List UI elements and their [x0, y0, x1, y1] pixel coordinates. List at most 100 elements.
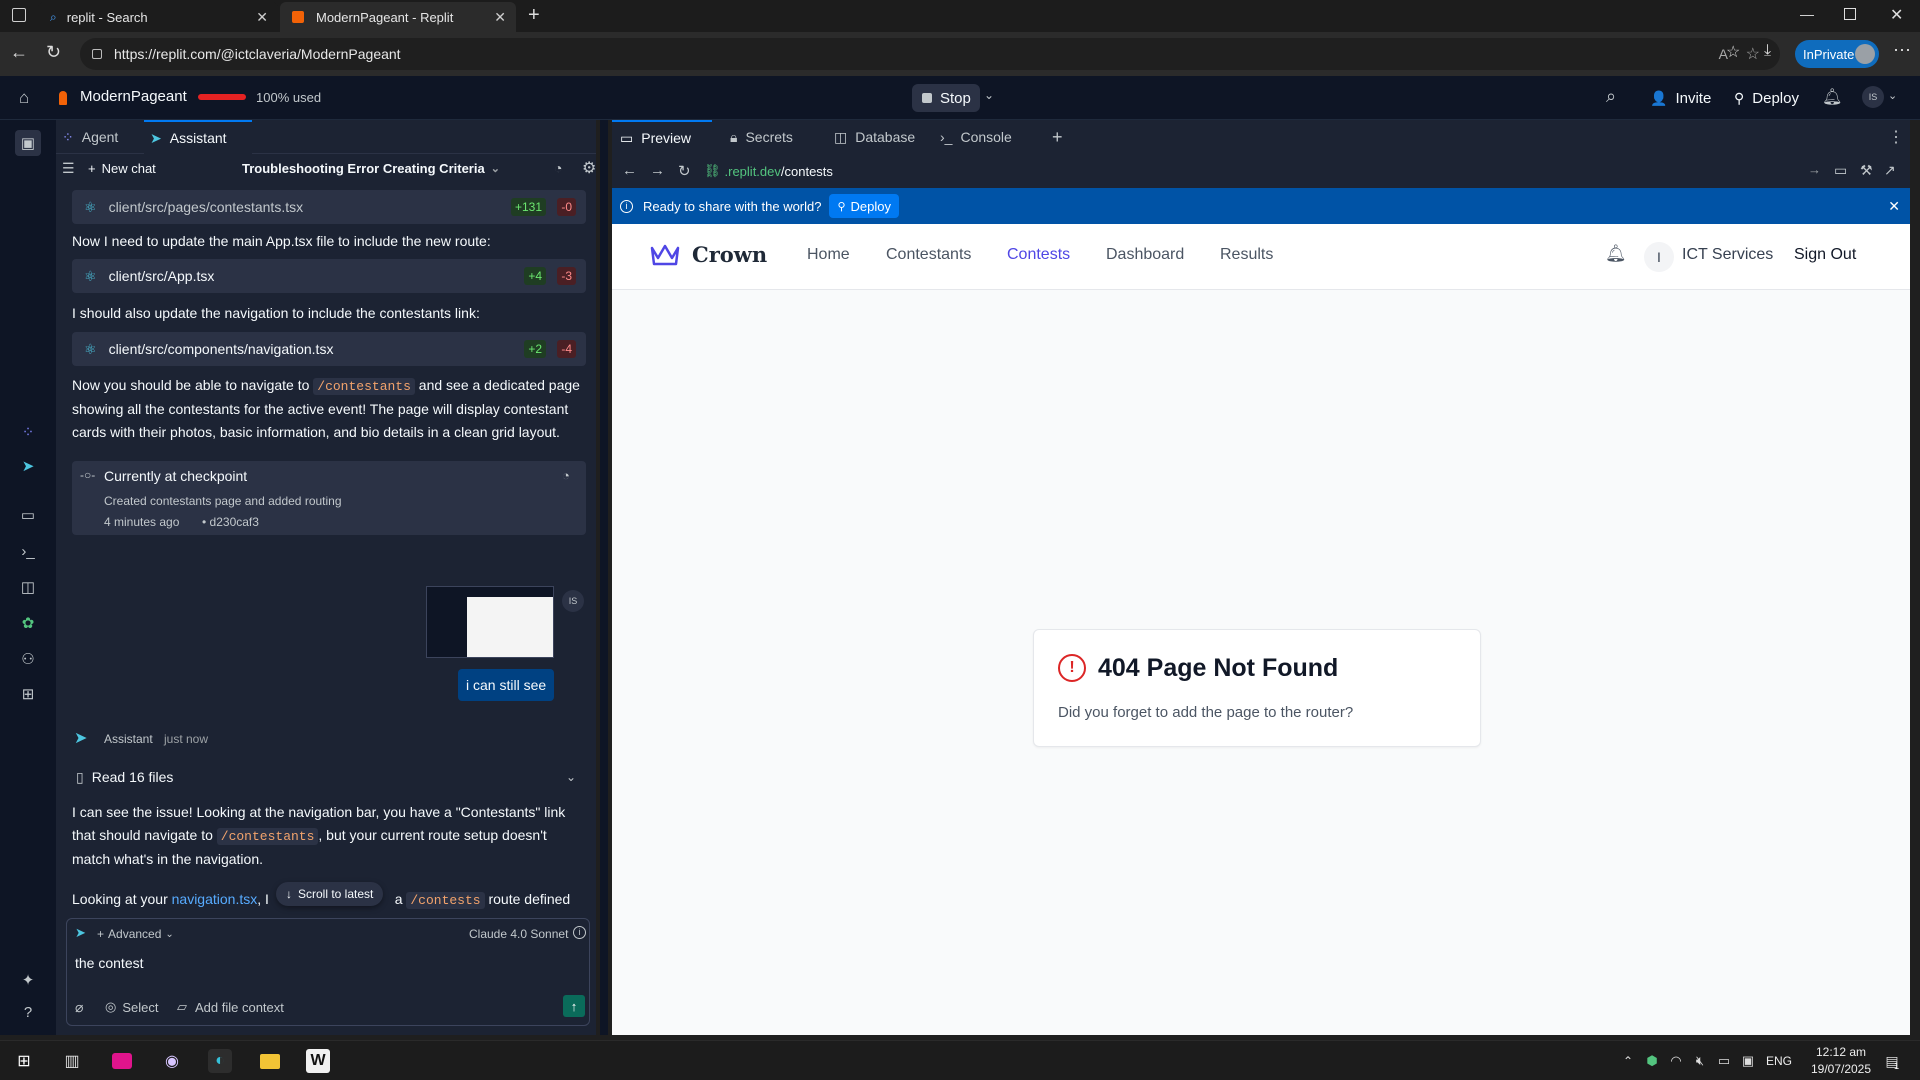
device-icon[interactable]: ▭ — [1834, 162, 1847, 179]
app-icon-pink[interactable] — [110, 1049, 134, 1073]
select-element-button[interactable]: ◎ Select — [105, 999, 158, 1015]
github-icon[interactable]: ◉ — [160, 1049, 184, 1073]
chat-input[interactable]: the contest — [75, 955, 575, 971]
shell-icon[interactable]: ›_ — [18, 541, 38, 561]
browser-tab-search[interactable]: ⌕ replit - Search ✕ — [38, 2, 278, 32]
notification-bell-icon[interactable]: 🔔︎ — [1822, 87, 1842, 107]
database-icon[interactable]: ◫ — [18, 577, 38, 597]
browser-tab-replit[interactable]: ModernPageant - Replit ✕ — [280, 2, 516, 32]
clock-date[interactable]: 19/07/2025 — [1806, 1062, 1876, 1076]
nav-dashboard[interactable]: Dashboard — [1106, 246, 1184, 264]
favorite-star-icon[interactable]: ☆ — [1746, 44, 1760, 64]
devtools-wrench-icon[interactable]: ⚒ — [1860, 162, 1873, 179]
tab-console[interactable]: ›_ Console — [928, 120, 1012, 154]
file-link[interactable]: navigation.tsx — [172, 891, 258, 907]
help-icon[interactable]: ? — [18, 1002, 38, 1022]
sparkle-icon[interactable]: ✦ — [18, 970, 38, 990]
advanced-mode-dropdown[interactable]: + Advanced ⌄ — [97, 927, 174, 941]
read-files-disclosure[interactable]: ▯ Read 16 files ⌄ — [72, 764, 586, 790]
files-panel-icon[interactable]: ▣ — [15, 130, 41, 156]
assistant-icon[interactable]: ➤ — [18, 456, 38, 476]
site-user-avatar[interactable]: I — [1644, 242, 1674, 272]
user-settings-icon[interactable]: ⚇ — [18, 649, 38, 669]
preview-back-icon[interactable]: ← — [622, 162, 637, 179]
send-button[interactable]: ↑ — [563, 995, 585, 1017]
url-field[interactable]: https://replit.com/@ictclaveria/ModernPa… — [80, 38, 1780, 70]
favorites-icon[interactable]: ☆ — [1726, 42, 1740, 62]
inprivate-badge[interactable]: InPrivate — [1795, 40, 1879, 68]
attached-screenshot-thumbnail[interactable] — [426, 586, 554, 658]
new-tab-button[interactable]: + — [528, 4, 540, 27]
tray-app-icon[interactable]: ⬢ — [1640, 1049, 1664, 1073]
account-chevron-icon[interactable]: ⌄ — [1888, 89, 1897, 102]
downloads-icon[interactable]: ⤓ — [1764, 42, 1771, 60]
edge-browser-icon[interactable]: ◐ — [208, 1049, 232, 1073]
tab-preview[interactable]: ▭ Preview — [612, 120, 712, 154]
preview-reload-icon[interactable]: ↻ — [678, 162, 691, 180]
tab-database[interactable]: ◫ Database — [822, 120, 915, 154]
nav-results[interactable]: Results — [1220, 246, 1273, 264]
banner-deploy-button[interactable]: ⚲ Deploy — [829, 194, 900, 218]
all-tools-icon[interactable]: ⊞ — [18, 684, 38, 704]
tab-assistant[interactable]: ➤ Assistant — [144, 120, 252, 154]
run-options-chevron-icon[interactable]: ⌄ — [984, 88, 994, 102]
user-avatar[interactable]: IS — [1862, 86, 1884, 108]
battery-icon[interactable]: ▭ — [1712, 1049, 1736, 1073]
task-view-icon[interactable]: ▥ — [60, 1049, 84, 1073]
open-new-tab-icon[interactable]: ↗ — [1884, 162, 1896, 179]
chat-history-icon[interactable]: ☰ — [62, 160, 75, 177]
preview-url-field[interactable]: ⛓ .replit.dev /contests — [704, 160, 1804, 182]
scroll-to-latest-button[interactable]: ↓ Scroll to latest — [276, 882, 384, 906]
add-tab-button[interactable]: + — [1044, 120, 1063, 154]
notification-center-icon[interactable]: ▤ — [1880, 1049, 1904, 1073]
file-change-card[interactable]: ⚛ client/src/pages/contestants.tsx +131 … — [72, 190, 586, 224]
webview-icon[interactable]: ▭ — [18, 505, 38, 525]
settings-gear-icon[interactable]: ⚙ — [582, 158, 596, 178]
wifi-icon[interactable]: ◠ — [1664, 1049, 1688, 1073]
checkpoint-restore-icon[interactable]: ◔ — [554, 160, 562, 176]
minimize-icon[interactable]: — — [1800, 6, 1814, 22]
site-bell-icon[interactable]: 🔔︎ — [1605, 244, 1627, 264]
crown-logo-icon[interactable] — [650, 242, 680, 268]
preview-forward-icon[interactable]: → — [650, 162, 665, 179]
add-file-context-button[interactable]: ▱ Add file context — [177, 999, 284, 1015]
search-icon[interactable]: ⌕ — [1606, 86, 1616, 107]
nav-contestants[interactable]: Contestants — [886, 246, 971, 264]
pane-menu-icon[interactable]: ⋮ — [1888, 120, 1904, 154]
go-arrow-icon[interactable]: → — [1808, 162, 1821, 177]
deploy-button[interactable]: ⚲ Deploy — [1724, 84, 1809, 112]
stop-button[interactable]: Stop — [912, 84, 980, 112]
rollback-icon[interactable]: ◔ — [562, 468, 570, 483]
file-change-card[interactable]: ⚛ client/src/App.tsx +4 -3 — [72, 259, 586, 293]
more-icon[interactable]: ⋯ — [1893, 40, 1911, 61]
back-icon[interactable]: ← — [10, 42, 28, 63]
nav-contests[interactable]: Contests — [1007, 246, 1070, 264]
invite-button[interactable]: 👤 Invite — [1640, 84, 1721, 112]
chat-title-dropdown[interactable]: Troubleshooting Error Creating Criteria … — [242, 161, 500, 176]
start-windows-icon[interactable]: ⊞ — [12, 1049, 36, 1073]
file-explorer-icon[interactable] — [258, 1049, 282, 1073]
project-name[interactable]: ModernPageant — [80, 88, 187, 105]
nav-home[interactable]: Home — [807, 246, 850, 264]
model-selector[interactable]: Claude 4.0 Sonnet — [469, 927, 568, 941]
site-brand[interactable]: Crown — [692, 242, 767, 267]
sign-out-button[interactable]: Sign Out — [1794, 246, 1856, 264]
restore-icon[interactable] — [1844, 8, 1856, 20]
new-chat-button[interactable]: + New chat — [88, 161, 156, 176]
tab-secrets[interactable]: 🔒︎ Secrets — [722, 120, 793, 154]
apps-grid-icon[interactable]: ⁘ — [18, 422, 38, 442]
tray-chevron-icon[interactable]: ⌃ — [1616, 1049, 1640, 1073]
deployments-icon[interactable]: ✿ — [18, 613, 38, 633]
close-banner-icon[interactable]: ✕ — [1888, 198, 1900, 215]
close-window-icon[interactable]: ✕ — [1890, 5, 1903, 25]
home-icon[interactable]: ⌂ — [19, 88, 29, 108]
close-tab-icon[interactable]: ✕ — [494, 9, 506, 26]
pane-resize-handle[interactable] — [600, 120, 608, 1035]
tab-agent[interactable]: ⁘ Agent — [58, 120, 138, 154]
file-change-card[interactable]: ⚛ client/src/components/navigation.tsx +… — [72, 332, 586, 366]
system-tray-icon[interactable]: ▣ — [1736, 1049, 1760, 1073]
clock-time[interactable]: 12:12 am — [1806, 1045, 1876, 1059]
volume-muted-icon[interactable]: 🔇︎ — [1688, 1049, 1712, 1073]
input-language[interactable]: ENG — [1766, 1054, 1792, 1068]
attach-paperclip-icon[interactable]: ⌀ — [75, 999, 83, 1016]
